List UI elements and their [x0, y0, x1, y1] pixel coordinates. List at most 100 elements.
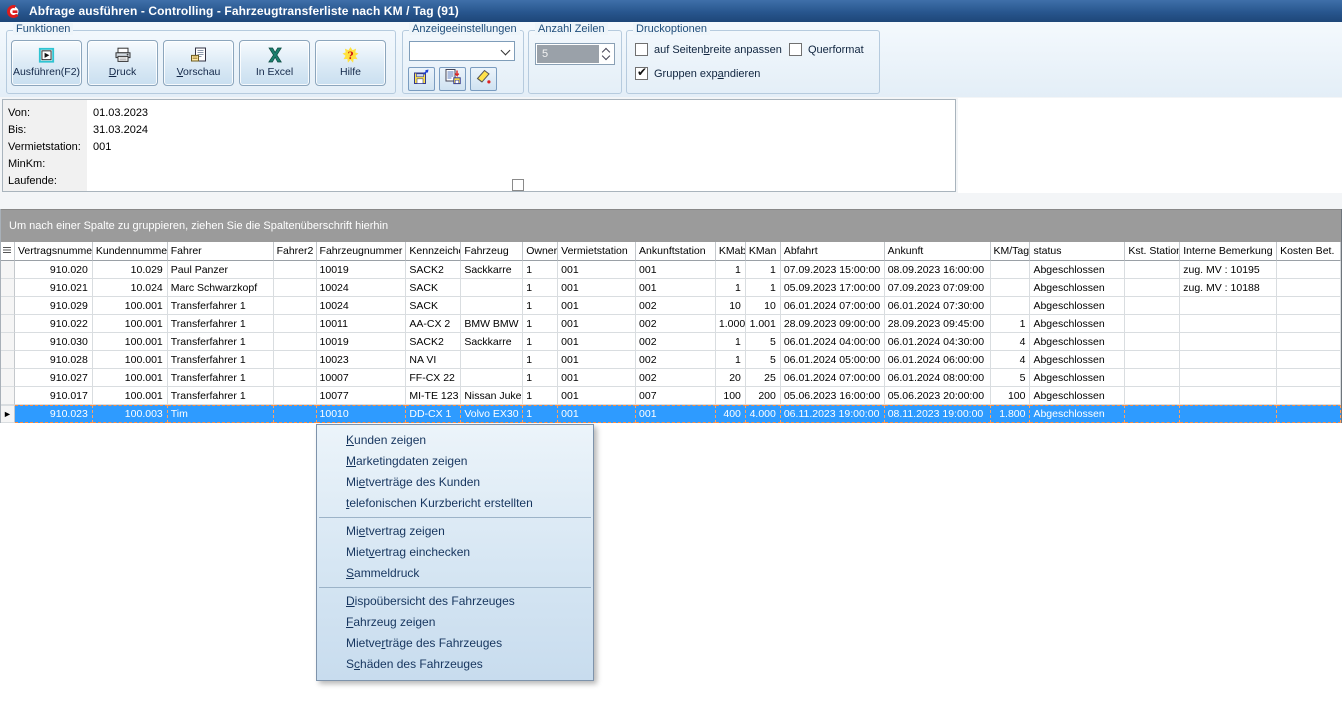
cell-abfahrt: 05.06.2023 16:00:00: [781, 387, 885, 405]
group-by-drop-zone[interactable]: Um nach einer Spalte zu gruppieren, zieh…: [1, 209, 1341, 242]
column-header-km-tag[interactable]: KM/Tag: [991, 242, 1031, 261]
cell-kman: 5: [746, 351, 781, 369]
cell-ankunftstation: 002: [636, 369, 716, 387]
cell-kennzeichen: SACK: [406, 297, 461, 315]
cell-kosten-bet: [1277, 405, 1341, 423]
title-bar: Abfrage ausführen - Controlling - Fahrze…: [0, 0, 1342, 22]
column-header-fahrzeug[interactable]: Fahrzeug: [461, 242, 523, 261]
cell-ankunft: 06.01.2024 07:30:00: [885, 297, 991, 315]
column-header-fahrer2[interactable]: Fahrer2: [274, 242, 317, 261]
auf-seitenbreite-anpassen-checkbox[interactable]: [635, 43, 648, 56]
column-header-ankunft[interactable]: Ankunft: [885, 242, 991, 261]
laufende-checkbox[interactable]: [512, 179, 524, 191]
cell-fahrzeugnummer: 10011: [317, 315, 407, 333]
cell-status: Abgeschlossen: [1030, 279, 1125, 297]
column-header-vertragsnummer[interactable]: Vertragsnummer: [15, 242, 93, 261]
column-header-kmab[interactable]: KMab: [716, 242, 746, 261]
spinner-down-icon[interactable]: [602, 53, 610, 61]
table-row-1[interactable]: 910.02010.029Paul Panzer10019SACK2Sackka…: [1, 261, 1341, 279]
column-header-kst-station[interactable]: Kst. Station: [1125, 242, 1180, 261]
window-title: Abfrage ausführen - Controlling - Fahrze…: [29, 4, 459, 18]
filter-value-von[interactable]: 01.03.2023: [93, 107, 148, 119]
cell-kennzeichen: FF-CX 22: [406, 369, 461, 387]
querformat-checkbox[interactable]: [789, 43, 802, 56]
gruppen-expandieren-checkbox[interactable]: [635, 67, 648, 80]
vorschau-button[interactable]: Vorschau: [163, 40, 234, 86]
cell-owner: 1: [523, 279, 558, 297]
column-header-kennzeichen[interactable]: Kennzeichen: [406, 242, 461, 261]
column-header-abfahrt[interactable]: Abfahrt: [781, 242, 885, 261]
column-header-ankunftstation[interactable]: Ankunftstation: [636, 242, 716, 261]
menu-item-mietvertrag-einchecken[interactable]: Mietvertrag einchecken: [317, 542, 593, 563]
grid-selector-header[interactable]: [1, 242, 15, 261]
table-row-6[interactable]: 910.028100.001Transferfahrer 110023NA VI…: [1, 351, 1341, 369]
ansicht-speichern-button[interactable]: [408, 67, 435, 91]
druck-button[interactable]: Druck: [87, 40, 158, 86]
table-row-9[interactable]: ►910.023100.003Tim10010DD-CX 1Volvo EX30…: [1, 405, 1341, 423]
cell-ankunft: 06.01.2024 06:00:00: [885, 351, 991, 369]
table-row-2[interactable]: 910.02110.024Marc Schwarzkopf10024SACK10…: [1, 279, 1341, 297]
menu-item-mietvertrag-zeigen[interactable]: Mietvertrag zeigen: [317, 521, 593, 542]
cell-abfahrt: 05.09.2023 17:00:00: [781, 279, 885, 297]
cell-km-tag: [991, 261, 1031, 279]
row-selector[interactable]: [1, 279, 15, 297]
menu-item-telefonischen-kurzbericht-erstellten[interactable]: telefonischen Kurzbericht erstellten: [317, 493, 593, 514]
auf-seitenbreite-anpassen-option[interactable]: auf Seitenbreite anpassen: [635, 43, 782, 56]
grid-header-row: VertragsnummerKundennummerFahrerFahrer2F…: [1, 242, 1341, 261]
menu-item-kunden-zeigen[interactable]: Kunden zeigen: [317, 430, 593, 451]
filter-value-vermietstation[interactable]: 001: [93, 141, 111, 153]
table-row-5[interactable]: 910.030100.001Transferfahrer 110019SACK2…: [1, 333, 1341, 351]
cell-vermietstation: 001: [558, 297, 636, 315]
menu-item-schäden-des-fahrzeuges[interactable]: Schäden des Fahrzeuges: [317, 654, 593, 675]
column-header-kosten-bet[interactable]: Kosten Bet.: [1277, 242, 1341, 261]
cell-ankunft: 08.09.2023 16:00:00: [885, 261, 991, 279]
selected-row-marker[interactable]: ►: [1, 405, 15, 423]
row-selector[interactable]: [1, 369, 15, 387]
hilfe-button[interactable]: ?Hilfe: [315, 40, 386, 86]
table-row-4[interactable]: 910.022100.001Transferfahrer 110011AA-CX…: [1, 315, 1341, 333]
menu-item-sammeldruck[interactable]: Sammeldruck: [317, 563, 593, 584]
table-row-7[interactable]: 910.027100.001Transferfahrer 110007FF-CX…: [1, 369, 1341, 387]
cell-kmab: 1: [716, 351, 746, 369]
cell-fahrzeug: Sackkarre: [461, 261, 523, 279]
menu-item-mietverträge-des-fahrzeuges[interactable]: Mietverträge des Fahrzeuges: [317, 633, 593, 654]
row-selector[interactable]: [1, 297, 15, 315]
filter-panel: Von:01.03.2023Bis:31.03.2024Vermietstati…: [2, 99, 956, 192]
filter-value-bis[interactable]: 31.03.2024: [93, 124, 148, 136]
column-header-owner[interactable]: Owner: [523, 242, 558, 261]
column-header-fahrer[interactable]: Fahrer: [168, 242, 274, 261]
cell-abfahrt: 28.09.2023 09:00:00: [781, 315, 885, 333]
cell-vertragsnummer: 910.017: [15, 387, 93, 405]
column-header-status[interactable]: status: [1030, 242, 1125, 261]
column-header-interne-bemerkung[interactable]: Interne Bemerkung: [1180, 242, 1277, 261]
row-selector[interactable]: [1, 315, 15, 333]
menu-item-marketingdaten-zeigen[interactable]: Marketingdaten zeigen: [317, 451, 593, 472]
row-selector[interactable]: [1, 387, 15, 405]
querformat-option[interactable]: Querformat: [789, 43, 864, 56]
row-selector[interactable]: [1, 351, 15, 369]
cell-status: Abgeschlossen: [1030, 387, 1125, 405]
column-header-fahrzeugnummer[interactable]: Fahrzeugnummer: [317, 242, 407, 261]
cell-kman: 1.001: [746, 315, 781, 333]
anzeigeeinstellungen-combobox[interactable]: [409, 41, 515, 61]
table-row-8[interactable]: 910.017100.001Transferfahrer 110077MI-TE…: [1, 387, 1341, 405]
cell-abfahrt: 06.01.2024 05:00:00: [781, 351, 885, 369]
ansicht-loeschen-button[interactable]: [470, 67, 497, 91]
cell-fahrer2: [274, 387, 317, 405]
ansicht-speichern-unter-button[interactable]: [439, 67, 466, 91]
column-header-kundennummer[interactable]: Kundennummer: [93, 242, 168, 261]
menu-item-dispoübersicht-des-fahrzeuges[interactable]: Dispoübersicht des Fahrzeuges: [317, 591, 593, 612]
ausfuehren-button[interactable]: Ausführen(F2): [11, 40, 82, 86]
anzahl-zeilen-spinner[interactable]: 5: [535, 43, 615, 65]
row-selector[interactable]: [1, 333, 15, 351]
table-row-3[interactable]: 910.029100.001Transferfahrer 110024SACK1…: [1, 297, 1341, 315]
row-selector[interactable]: [1, 261, 15, 279]
column-header-kman[interactable]: KMan: [746, 242, 781, 261]
in-excel-button[interactable]: In Excel: [239, 40, 310, 86]
menu-item-fahrzeug-zeigen[interactable]: Fahrzeug zeigen: [317, 612, 593, 633]
chevron-down-icon[interactable]: [501, 46, 511, 56]
menu-item-mietverträge-des-kunden[interactable]: Mietverträge des Kunden: [317, 472, 593, 493]
druck-button-label: Druck: [88, 66, 157, 78]
gruppen-expandieren-option[interactable]: Gruppen expandieren: [635, 67, 760, 80]
column-header-vermietstation[interactable]: Vermietstation: [558, 242, 636, 261]
